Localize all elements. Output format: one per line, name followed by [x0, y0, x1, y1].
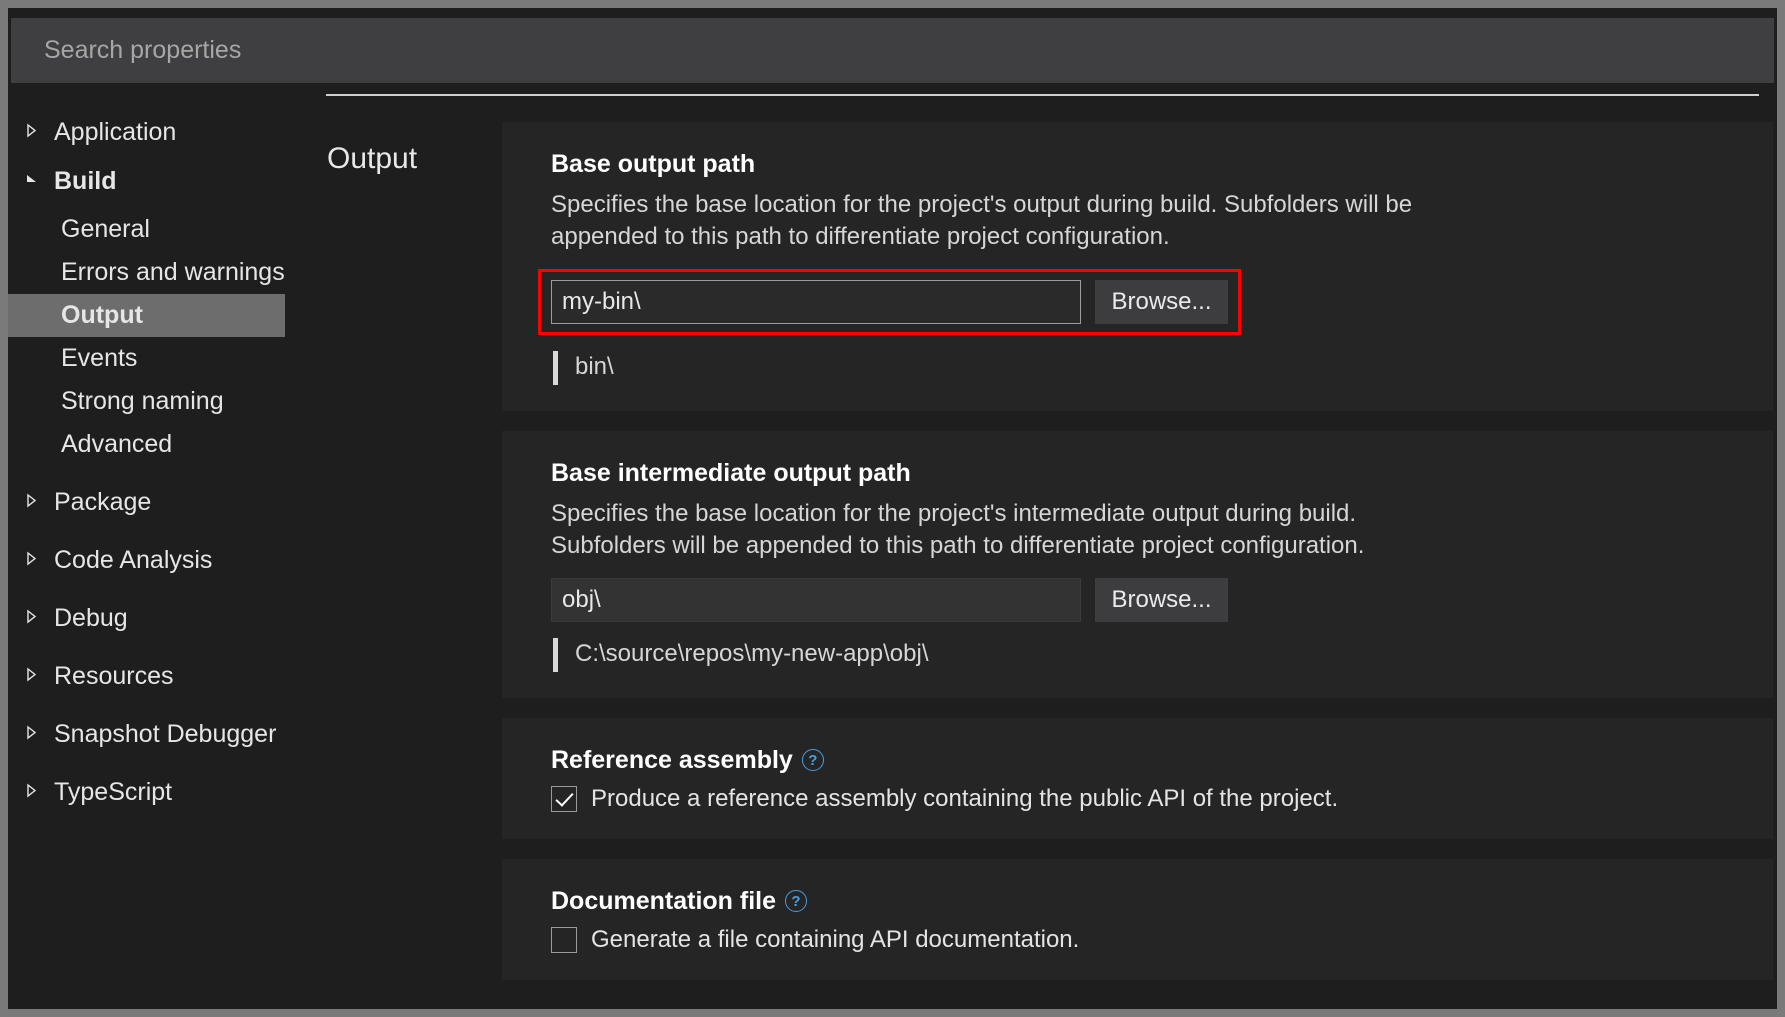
- reference-assembly-checkbox[interactable]: [551, 786, 577, 812]
- sidebar-item-resources[interactable]: Resources: [8, 654, 323, 698]
- chevron-right-icon: [26, 667, 48, 685]
- sidebar-item-label: Advanced: [61, 430, 172, 459]
- section-base-output-path: Base output path Specifies the base loca…: [502, 122, 1773, 411]
- resolved-path-text: bin\: [558, 351, 614, 385]
- base-intermediate-output-path-description: Specifies the base location for the proj…: [551, 498, 1441, 562]
- chevron-right-icon: [26, 551, 48, 569]
- documentation-file-label: Documentation file ?: [551, 887, 1733, 916]
- sidebar-item-errors-and-warnings[interactable]: Errors and warnings: [8, 251, 323, 294]
- base-output-path-description: Specifies the base location for the proj…: [551, 189, 1441, 253]
- sidebar-item-label: Resources: [54, 662, 174, 691]
- sidebar-item-label: Application: [54, 118, 176, 147]
- help-icon[interactable]: ?: [802, 749, 824, 771]
- chevron-right-icon: [26, 123, 48, 141]
- documentation-file-checkbox-label: Generate a file containing API documenta…: [591, 926, 1079, 954]
- section-base-intermediate-output-path: Base intermediate output path Specifies …: [502, 431, 1773, 698]
- documentation-file-checkbox[interactable]: [551, 927, 577, 953]
- chevron-right-icon: [26, 725, 48, 743]
- base-intermediate-output-path-input[interactable]: [551, 578, 1081, 622]
- chevron-right-icon: [26, 609, 48, 627]
- sidebar-item-label: Errors and warnings: [61, 258, 285, 287]
- base-output-path-browse-button[interactable]: Browse...: [1095, 280, 1228, 324]
- sidebar-item-code-analysis[interactable]: Code Analysis: [8, 538, 323, 582]
- sidebar-item-label: Snapshot Debugger: [54, 720, 276, 749]
- base-output-path-input[interactable]: [551, 280, 1081, 324]
- sidebar-item-package[interactable]: Package: [8, 480, 323, 524]
- base-output-path-highlight: Browse...: [538, 269, 1241, 335]
- sidebar-item-label: Build: [54, 167, 117, 196]
- sidebar-item-debug[interactable]: Debug: [8, 596, 323, 640]
- sidebar-item-label: Strong naming: [61, 387, 224, 416]
- base-output-path-label: Base output path: [551, 150, 1733, 179]
- reference-assembly-label-text: Reference assembly: [551, 746, 793, 775]
- documentation-file-label-text: Documentation file: [551, 887, 776, 916]
- section-documentation-file: Documentation file ? Generate a file con…: [502, 859, 1773, 980]
- sidebar-item-label: General: [61, 215, 150, 244]
- project-properties-window: Application Build General Errors and war…: [8, 8, 1777, 1009]
- sidebar-item-snapshot-debugger[interactable]: Snapshot Debugger: [8, 712, 323, 756]
- chevron-right-icon: [26, 493, 48, 511]
- sidebar-item-build[interactable]: Build: [8, 159, 323, 203]
- header-divider: [326, 94, 1759, 96]
- properties-navigation-sidebar: Application Build General Errors and war…: [8, 94, 323, 1009]
- page-title: Output: [327, 142, 417, 176]
- chevron-down-icon: [26, 173, 48, 189]
- search-input[interactable]: [11, 18, 1774, 83]
- sidebar-item-events[interactable]: Events: [8, 337, 323, 380]
- sidebar-item-label: Code Analysis: [54, 546, 212, 575]
- properties-content-area: Output Base output path Specifies the ba…: [323, 94, 1777, 1009]
- reference-assembly-label: Reference assembly ?: [551, 746, 1733, 775]
- sidebar-item-label: Package: [54, 488, 151, 517]
- sidebar-item-label: Output: [61, 301, 143, 330]
- sidebar-item-label: TypeScript: [54, 778, 172, 807]
- sidebar-item-label: Debug: [54, 604, 128, 633]
- base-intermediate-output-path-browse-button[interactable]: Browse...: [1095, 578, 1228, 622]
- sidebar-item-application[interactable]: Application: [8, 110, 323, 154]
- sidebar-item-advanced[interactable]: Advanced: [8, 423, 323, 466]
- help-icon[interactable]: ?: [785, 890, 807, 912]
- sidebar-item-output[interactable]: Output: [8, 294, 285, 337]
- sidebar-item-typescript[interactable]: TypeScript: [8, 770, 323, 814]
- base-output-path-resolved: bin\: [553, 351, 1733, 385]
- reference-assembly-checkbox-label: Produce a reference assembly containing …: [591, 785, 1338, 813]
- chevron-right-icon: [26, 783, 48, 801]
- section-divider: [502, 411, 1773, 431]
- section-divider: [502, 698, 1773, 718]
- sidebar-item-strong-naming[interactable]: Strong naming: [8, 380, 323, 423]
- base-intermediate-output-path-label: Base intermediate output path: [551, 459, 1733, 488]
- reference-assembly-checkbox-row[interactable]: Produce a reference assembly containing …: [551, 785, 1733, 813]
- base-intermediate-output-path-resolved: C:\source\repos\my-new-app\obj\: [553, 638, 1733, 672]
- settings-panel: Base output path Specifies the base loca…: [502, 122, 1773, 980]
- documentation-file-checkbox-row[interactable]: Generate a file containing API documenta…: [551, 926, 1733, 954]
- resolved-path-text: C:\source\repos\my-new-app\obj\: [558, 638, 928, 672]
- search-properties-bar[interactable]: [11, 18, 1774, 83]
- section-reference-assembly: Reference assembly ? Produce a reference…: [502, 718, 1773, 839]
- section-divider: [502, 839, 1773, 859]
- sidebar-item-label: Events: [61, 344, 137, 373]
- sidebar-item-general[interactable]: General: [8, 208, 323, 251]
